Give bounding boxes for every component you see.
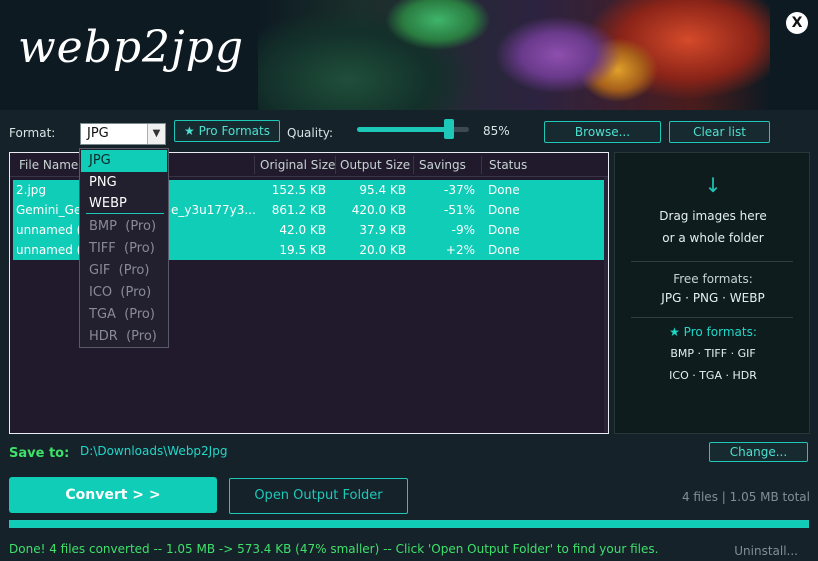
pro-tag: (Pro) xyxy=(126,329,157,344)
column-savings[interactable]: Savings xyxy=(419,158,466,172)
open-output-folder-button[interactable]: Open Output Folder xyxy=(229,478,408,514)
pro-tag: (Pro) xyxy=(118,263,150,278)
table-scrollbar[interactable] xyxy=(604,177,608,432)
cell-output-size: 37.9 KB xyxy=(359,223,406,237)
cell-output-size: 20.0 KB xyxy=(359,243,406,257)
format-label: Format: xyxy=(9,126,56,140)
quality-slider-handle[interactable] xyxy=(444,119,454,139)
cell-file-name-tail: e_y3u177y3... xyxy=(171,203,256,217)
status-bar: Done! 4 files converted -- 1.05 MB -> 57… xyxy=(0,538,818,561)
drop-zone[interactable]: ↓ Drag images here or a whole folder Fre… xyxy=(614,152,810,434)
column-separator xyxy=(335,156,336,174)
cell-original-size: 152.5 KB xyxy=(271,183,326,197)
drop-hint-line1: Drag images here xyxy=(659,209,767,223)
save-to-label: Save to: xyxy=(9,446,70,461)
total-summary: 4 files | 1.05 MB total xyxy=(681,490,810,504)
cell-output-size: 420.0 KB xyxy=(351,203,406,217)
option-name: TIFF xyxy=(89,241,116,256)
format-select-value: JPG xyxy=(87,126,109,141)
format-option-tga[interactable]: TGA (Pro) xyxy=(81,304,167,326)
option-name: BMP xyxy=(89,219,117,234)
option-name: HDR xyxy=(89,329,118,344)
cell-savings: +2% xyxy=(445,243,475,257)
pro-formats-list-2: ICO · TGA · HDR xyxy=(669,369,757,382)
app-title: webp2jpg xyxy=(18,22,245,73)
option-name: TGA xyxy=(89,307,116,322)
cell-savings: -51% xyxy=(443,203,475,217)
format-option-png[interactable]: PNG xyxy=(81,172,167,194)
option-name: GIF xyxy=(89,263,111,278)
divider xyxy=(631,317,793,318)
chevron-down-icon[interactable]: ▼ xyxy=(147,124,165,144)
format-option-ico[interactable]: ICO (Pro) xyxy=(81,282,167,304)
column-original-size[interactable]: Original Size xyxy=(260,158,335,172)
format-dropdown-list: JPG PNG WEBP BMP (Pro) TIFF (Pro) GIF (P… xyxy=(79,148,169,348)
pro-tag: (Pro) xyxy=(125,219,157,234)
cell-status: Done xyxy=(488,203,520,217)
pro-formats-title: ★ Pro formats: xyxy=(669,325,757,339)
dropdown-divider xyxy=(86,213,164,214)
column-separator xyxy=(481,156,482,174)
column-file-name[interactable]: File Name xyxy=(19,158,78,172)
progress-fill xyxy=(10,521,808,527)
browse-button[interactable]: Browse... xyxy=(544,121,661,143)
pro-tag: (Pro) xyxy=(124,307,155,322)
save-to-bar: Save to: D:\Downloads\Webp2Jpg Change... xyxy=(0,434,818,470)
cell-original-size: 19.5 KB xyxy=(279,243,326,257)
close-icon: X xyxy=(791,15,803,31)
status-message: Done! 4 files converted -- 1.05 MB -> 57… xyxy=(9,542,659,556)
change-folder-button[interactable]: Change... xyxy=(709,442,808,462)
column-status[interactable]: Status xyxy=(489,158,527,172)
pro-tag: (Pro) xyxy=(120,285,152,300)
column-separator xyxy=(413,156,414,174)
cell-file-name: unnamed ( xyxy=(16,223,82,237)
format-option-jpg[interactable]: JPG xyxy=(81,150,167,172)
cell-file-name: unnamed ( xyxy=(16,243,82,257)
uninstall-link[interactable]: Uninstall... xyxy=(734,544,798,558)
format-option-hdr[interactable]: HDR (Pro) xyxy=(81,326,167,348)
option-name: ICO xyxy=(89,285,113,300)
pro-formats-list-1: BMP · TIFF · GIF xyxy=(670,347,756,360)
pro-formats-button[interactable]: ★ Pro Formats xyxy=(174,120,280,142)
free-formats-list: JPG · PNG · WEBP xyxy=(661,291,765,305)
format-option-webp[interactable]: WEBP xyxy=(81,193,167,215)
convert-button[interactable]: Convert > > xyxy=(9,477,217,513)
close-button[interactable]: X xyxy=(786,12,808,34)
quality-value: 85% xyxy=(483,124,510,138)
pro-tag: (Pro) xyxy=(124,241,155,256)
cell-original-size: 861.2 KB xyxy=(271,203,326,217)
quality-label: Quality: xyxy=(287,126,334,140)
format-option-bmp[interactable]: BMP (Pro) xyxy=(81,216,167,238)
format-select[interactable]: JPG ▼ xyxy=(80,123,166,145)
arrow-down-icon: ↓ xyxy=(704,173,722,197)
clear-list-button[interactable]: Clear list xyxy=(669,121,770,143)
save-path: D:\Downloads\Webp2Jpg xyxy=(80,444,228,458)
cell-savings: -37% xyxy=(443,183,475,197)
cell-output-size: 95.4 KB xyxy=(359,183,406,197)
chameleon-banner-image xyxy=(258,0,770,110)
cell-status: Done xyxy=(488,223,520,237)
column-output-size[interactable]: Output Size xyxy=(340,158,410,172)
cell-status: Done xyxy=(488,243,520,257)
progress-bar xyxy=(9,520,809,528)
toolbar: Format: JPG ▼ ★ Pro Formats Quality: 85%… xyxy=(0,110,818,152)
free-formats-title: Free formats: xyxy=(673,272,753,286)
cell-status: Done xyxy=(488,183,520,197)
cell-file-name: Gemini_Ge xyxy=(16,203,82,217)
format-option-gif[interactable]: GIF (Pro) xyxy=(81,260,167,282)
quality-slider-fill xyxy=(357,127,449,132)
format-option-tiff[interactable]: TIFF (Pro) xyxy=(81,238,167,260)
cell-savings: -9% xyxy=(451,223,475,237)
column-separator xyxy=(254,156,255,174)
drop-hint-line2: or a whole folder xyxy=(662,231,764,245)
quality-slider[interactable] xyxy=(357,119,469,139)
header-banner: webp2jpg X xyxy=(0,0,818,110)
divider xyxy=(631,261,793,262)
cell-original-size: 42.0 KB xyxy=(279,223,326,237)
